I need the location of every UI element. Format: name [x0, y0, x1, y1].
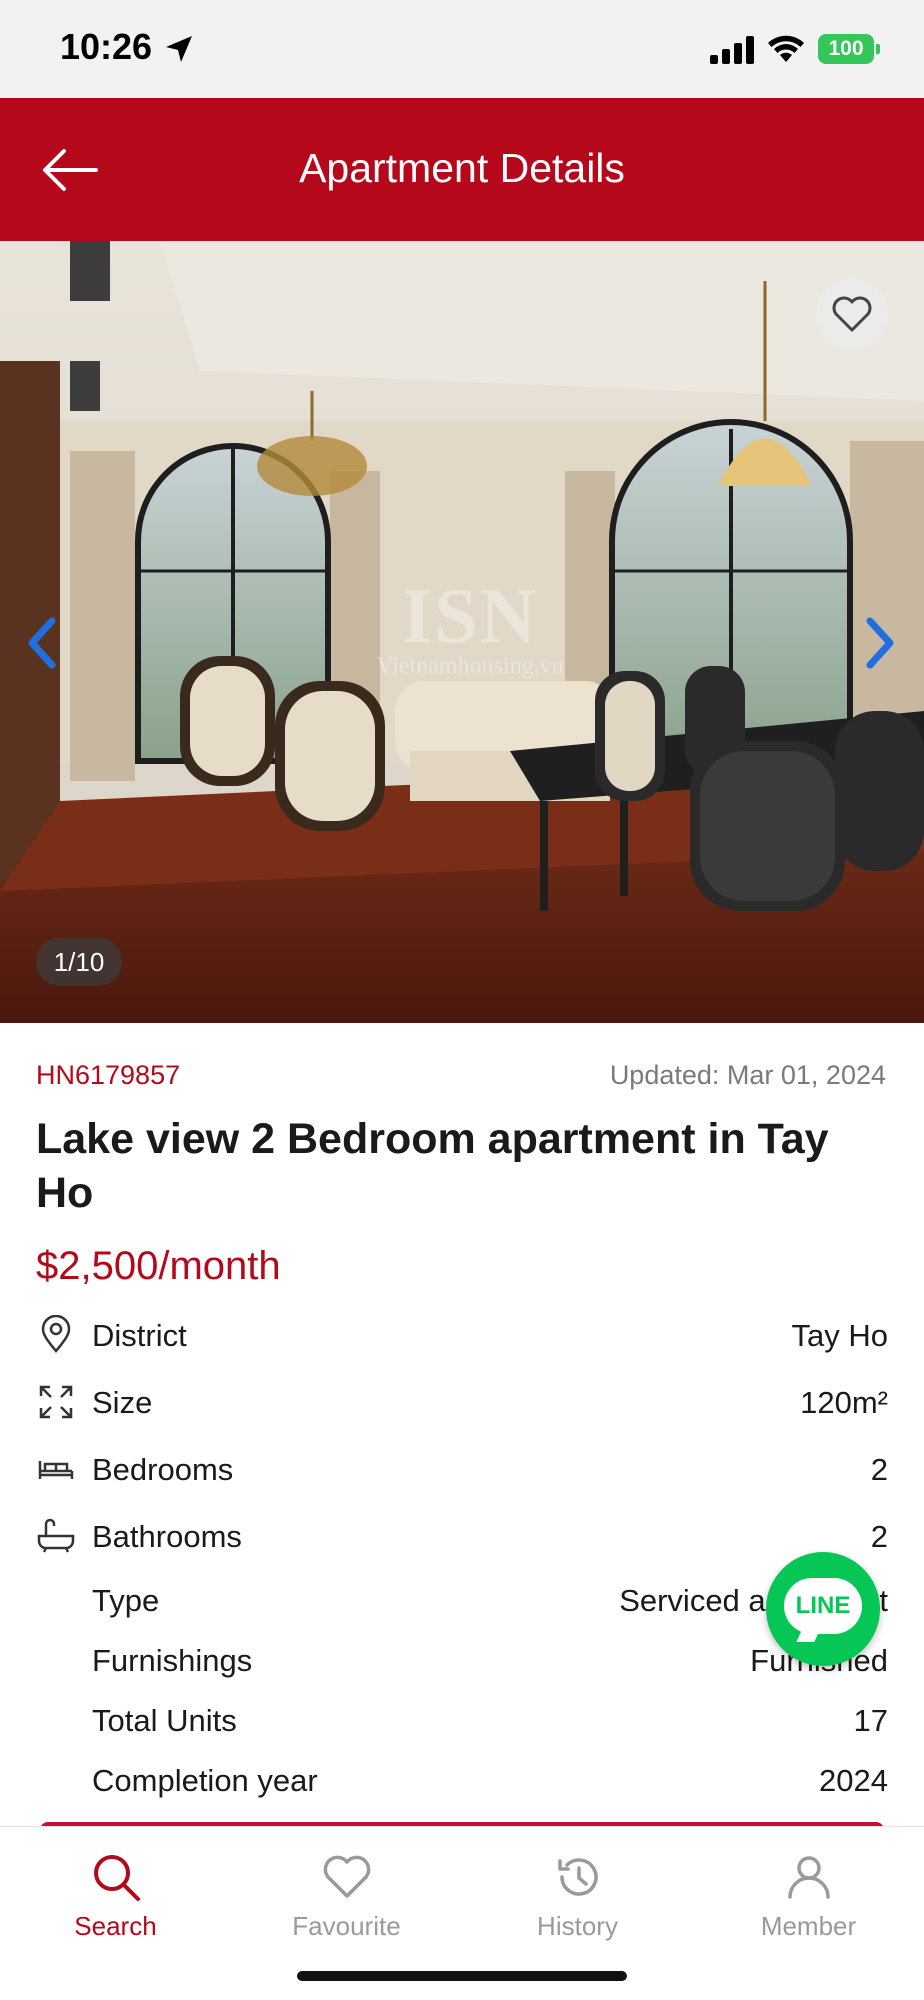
nav-item-history[interactable]: History: [462, 1837, 693, 1947]
spec-label: Bathrooms: [92, 1519, 242, 1554]
nav-label: Favourite: [292, 1911, 401, 1941]
spec-row-district: District Tay Ho: [36, 1310, 888, 1360]
updated-date: Updated: Mar 01, 2024: [609, 1060, 886, 1090]
chevron-right-icon[interactable]: [860, 613, 900, 673]
heart-icon: [832, 296, 872, 332]
spec-value: Tay Ho: [791, 1318, 888, 1353]
spec-label: Size: [92, 1385, 153, 1420]
photo-watermark: ISN Vietnamhousing.vn: [330, 571, 610, 680]
status-time: 10:26: [60, 26, 153, 67]
spec-row-total-units: Total Units 17: [36, 1695, 888, 1745]
line-chat-button[interactable]: LINE: [766, 1552, 880, 1666]
line-logo-text: LINE: [795, 1592, 851, 1619]
favourite-toggle-button[interactable]: [816, 278, 888, 350]
spec-label: Total Units: [92, 1703, 237, 1738]
home-indicator: [297, 1971, 627, 1981]
nav-label: Member: [760, 1911, 857, 1941]
nav-label: History: [537, 1911, 618, 1941]
location-pin-icon: [41, 1315, 71, 1353]
spec-label: District: [92, 1318, 187, 1353]
app-header: Apartment Details: [0, 98, 924, 241]
nav-item-favourite[interactable]: Favourite: [231, 1837, 462, 1947]
spec-label: Type: [92, 1583, 160, 1618]
bed-icon: [38, 1461, 74, 1479]
photo-counter: 1/10: [36, 938, 122, 986]
spec-value: 2: [870, 1452, 888, 1487]
spec-row-size: Size 120m²: [36, 1377, 888, 1427]
battery-level: 100: [818, 34, 874, 64]
wifi-icon: [768, 35, 804, 62]
history-icon: [557, 1858, 598, 1896]
spec-value: 2: [870, 1519, 888, 1554]
spec-row-furnishings: Furnishings Furnished: [36, 1635, 888, 1685]
photo-gallery[interactable]: ISN Vietnamhousing.vn 1/10: [0, 241, 924, 1023]
nav-item-search[interactable]: Search: [0, 1837, 231, 1947]
spec-row-bathrooms: Bathrooms 2: [36, 1511, 888, 1561]
spec-label: Completion year: [92, 1763, 318, 1798]
location-arrow-icon: [166, 36, 192, 62]
listing-price: $2,500/month: [36, 1244, 281, 1288]
spec-label: Bedrooms: [92, 1452, 234, 1487]
spec-label: Furnishings: [92, 1643, 253, 1678]
battery-indicator: 100: [818, 34, 880, 64]
nav-item-member[interactable]: Member: [693, 1837, 924, 1947]
spec-row-type: Type Serviced apartment: [36, 1575, 888, 1625]
heart-icon: [323, 1855, 370, 1898]
listing-title: Lake view 2 Bedroom apartment in Tay Ho: [36, 1115, 829, 1217]
listing-id: HN6179857: [36, 1060, 181, 1090]
expand-arrows-icon: [39, 1385, 73, 1419]
bathtub-icon: [37, 1518, 75, 1553]
user-icon: [787, 1856, 830, 1899]
spec-row-bedrooms: Bedrooms 2: [36, 1444, 888, 1494]
spec-value: 120m²: [800, 1385, 888, 1420]
battery-tip: [876, 44, 880, 54]
spec-value: 2024: [819, 1763, 888, 1798]
status-bar: 10:26 100: [0, 0, 924, 98]
spec-value: 17: [853, 1703, 888, 1738]
page-title: Apartment Details: [299, 145, 625, 191]
chevron-left-icon[interactable]: [22, 613, 62, 673]
cellular-signal-icon: [710, 36, 754, 64]
watermark-site: Vietnamhousing.vn: [376, 653, 564, 679]
spec-row-completion-year: Completion year 2024: [36, 1755, 888, 1805]
watermark-logo: ISN: [401, 572, 539, 659]
nav-label: Search: [74, 1911, 157, 1941]
search-icon: [93, 1855, 140, 1901]
